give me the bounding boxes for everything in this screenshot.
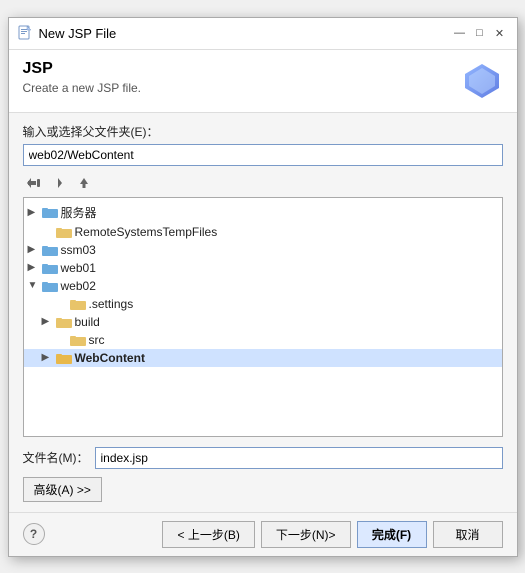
filename-input[interactable] xyxy=(95,447,503,469)
back-icon xyxy=(27,176,41,190)
cancel-button[interactable]: 取消 xyxy=(433,521,503,548)
tree-item-label: src xyxy=(89,333,105,347)
tree-item-servers[interactable]: ▶ 服务器 xyxy=(24,202,502,223)
tree-item-settings[interactable]: .settings xyxy=(24,295,502,313)
tree-item-build[interactable]: ▶ build xyxy=(24,313,502,331)
close-button[interactable]: ✕ xyxy=(491,24,509,42)
folder-icon xyxy=(70,297,86,311)
tree-arrow: ▶ xyxy=(28,262,42,273)
folder-icon xyxy=(56,225,72,239)
tree-toolbar xyxy=(23,172,503,194)
tree-item-label: ssm03 xyxy=(61,243,96,257)
window-title: New JSP File xyxy=(39,26,117,41)
next-button[interactable]: 下一步(N)> xyxy=(261,521,351,548)
window-icon xyxy=(17,25,33,41)
filename-label: 文件名(M)： xyxy=(23,449,89,466)
tree-arrow: ▶ xyxy=(42,352,56,363)
dialog-container: New JSP File — □ ✕ JSP Create a new JSP … xyxy=(8,17,518,557)
content-area: 输入或选择父文件夹(E)： xyxy=(9,113,517,512)
parent-folder-label: 输入或选择父文件夹(E)： xyxy=(23,123,503,140)
tree-back-button[interactable] xyxy=(23,172,45,194)
tree-item-src[interactable]: src xyxy=(24,331,502,349)
jsp-wizard-icon xyxy=(461,60,503,102)
title-bar: New JSP File — □ ✕ xyxy=(9,18,517,50)
minimize-button[interactable]: — xyxy=(451,24,469,42)
folder-icon xyxy=(42,261,58,275)
footer-left: ? xyxy=(23,523,45,545)
tree-arrow: ▼ xyxy=(28,280,42,291)
tree-arrow: ▶ xyxy=(42,316,56,327)
title-bar-left: New JSP File xyxy=(17,25,117,41)
tree-item-label: .settings xyxy=(89,297,134,311)
help-button[interactable]: ? xyxy=(23,523,45,545)
filename-row: 文件名(M)： xyxy=(23,447,503,469)
parent-folder-input[interactable] xyxy=(23,144,503,166)
title-controls: — □ ✕ xyxy=(451,24,509,42)
folder-icon xyxy=(42,205,58,219)
advanced-row: 高级(A) >> xyxy=(23,477,503,502)
footer-right: < 上一步(B) 下一步(N)> 完成(F) 取消 xyxy=(162,521,502,548)
header-texts: JSP Create a new JSP file. xyxy=(23,60,142,95)
folder-icon xyxy=(56,351,72,365)
folder-icon xyxy=(42,243,58,257)
forward-icon xyxy=(52,176,66,190)
file-tree: ▶ 服务器 RemoteSystemsTempFiles ▶ ssm03 ▶ web01 ▼ w… xyxy=(23,197,503,437)
header-title: JSP xyxy=(23,60,142,78)
tree-item-remote[interactable]: RemoteSystemsTempFiles xyxy=(24,223,502,241)
tree-item-label: 服务器 xyxy=(61,204,97,221)
folder-icon xyxy=(42,279,58,293)
back-button[interactable]: < 上一步(B) xyxy=(162,521,254,548)
tree-item-label: WebContent xyxy=(75,351,145,365)
tree-item-label: RemoteSystemsTempFiles xyxy=(75,225,218,239)
footer: ? < 上一步(B) 下一步(N)> 完成(F) 取消 xyxy=(9,512,517,556)
tree-arrow: ▶ xyxy=(28,207,42,218)
header-subtitle: Create a new JSP file. xyxy=(23,81,142,95)
tree-item-label: build xyxy=(75,315,100,329)
tree-item-label: web01 xyxy=(61,261,96,275)
folder-icon xyxy=(70,333,86,347)
tree-item-web01[interactable]: ▶ web01 xyxy=(24,259,502,277)
header-section: JSP Create a new JSP file. xyxy=(9,50,517,113)
tree-item-ssm03[interactable]: ▶ ssm03 xyxy=(24,241,502,259)
tree-up-button[interactable] xyxy=(73,172,95,194)
tree-item-webcontent[interactable]: ▶ WebContent xyxy=(24,349,502,367)
tree-arrow: ▶ xyxy=(28,244,42,255)
tree-item-label: web02 xyxy=(61,279,96,293)
tree-item-web02[interactable]: ▼ web02 xyxy=(24,277,502,295)
folder-icon xyxy=(56,315,72,329)
up-icon xyxy=(77,176,91,190)
finish-button[interactable]: 完成(F) xyxy=(357,521,427,548)
maximize-button[interactable]: □ xyxy=(471,24,489,42)
tree-forward-button[interactable] xyxy=(48,172,70,194)
advanced-button[interactable]: 高级(A) >> xyxy=(23,477,102,502)
